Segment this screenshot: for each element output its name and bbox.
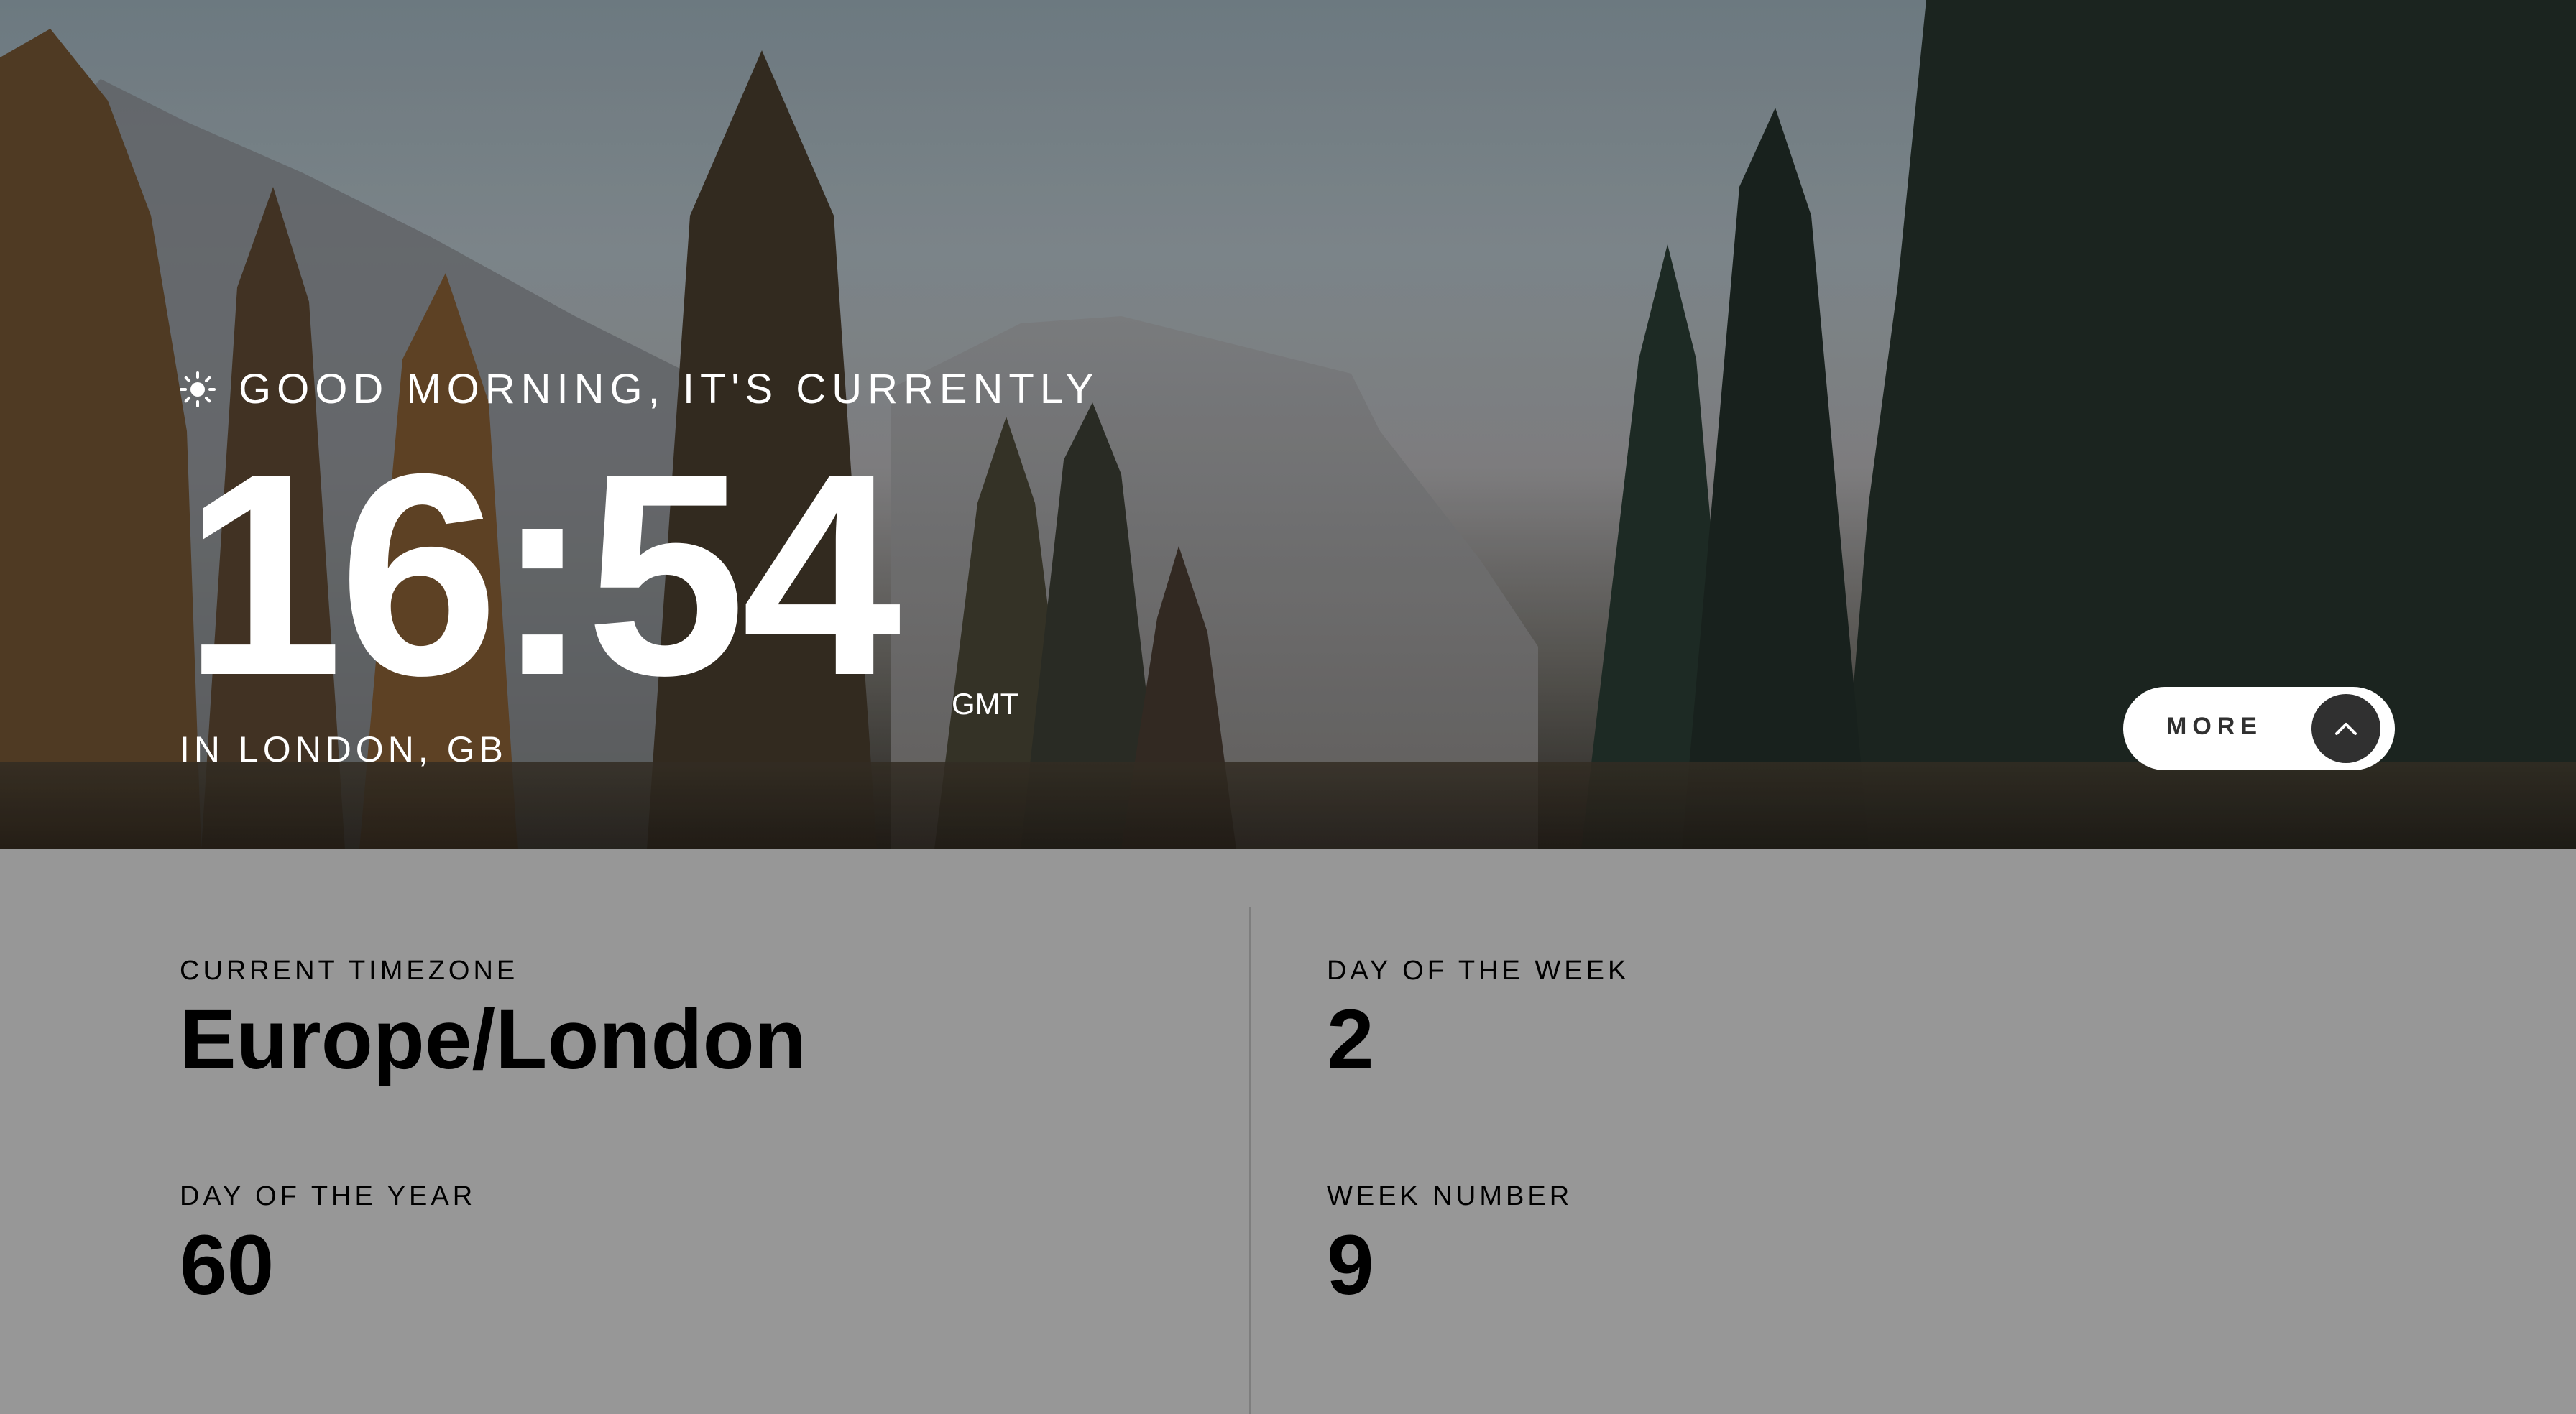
day-of-year-block: DAY OF THE YEAR 60 [180, 1180, 476, 1312]
more-button[interactable]: MORE [2123, 687, 2395, 770]
week-number-value: 9 [1327, 1218, 1374, 1313]
day-of-week-label: DAY OF THE WEEK [1327, 956, 1630, 986]
panel-divider [1249, 907, 1251, 1414]
day-of-year-value: 60 [180, 1218, 275, 1313]
greeting-text: GOOD MORNING, IT'S CURRENTLY [239, 366, 1100, 412]
chevron-up-icon [2335, 723, 2357, 735]
current-timezone-value: Europe/London [180, 992, 806, 1087]
location: IN LONDON, GB [180, 729, 507, 770]
day-of-year-label: DAY OF THE YEAR [180, 1181, 477, 1211]
details-panel: CURRENT TIMEZONE Europe/London DAY OF TH… [0, 849, 2576, 1414]
clock-app: GOOD MORNING, IT'S CURRENTLY 16:54 GMT I… [0, 0, 2576, 1414]
hero-section: GOOD MORNING, IT'S CURRENTLY 16:54 GMT I… [0, 0, 2576, 849]
current-time: 16:54 [183, 414, 901, 735]
current-timezone-block: CURRENT TIMEZONE Europe/London [180, 954, 806, 1086]
greeting: GOOD MORNING, IT'S CURRENTLY [180, 365, 1099, 413]
more-toggle-circle[interactable] [2312, 694, 2380, 763]
timezone-abbreviation: GMT [952, 687, 1019, 721]
day-of-week-block: DAY OF THE WEEK 2 [1327, 954, 1629, 1086]
week-number-block: WEEK NUMBER 9 [1327, 1180, 1573, 1312]
day-of-week-value: 2 [1327, 992, 1374, 1087]
sun-icon [180, 371, 216, 407]
week-number-label: WEEK NUMBER [1327, 1181, 1573, 1211]
current-timezone-label: CURRENT TIMEZONE [180, 956, 519, 986]
more-button-label: MORE [2166, 713, 2263, 740]
